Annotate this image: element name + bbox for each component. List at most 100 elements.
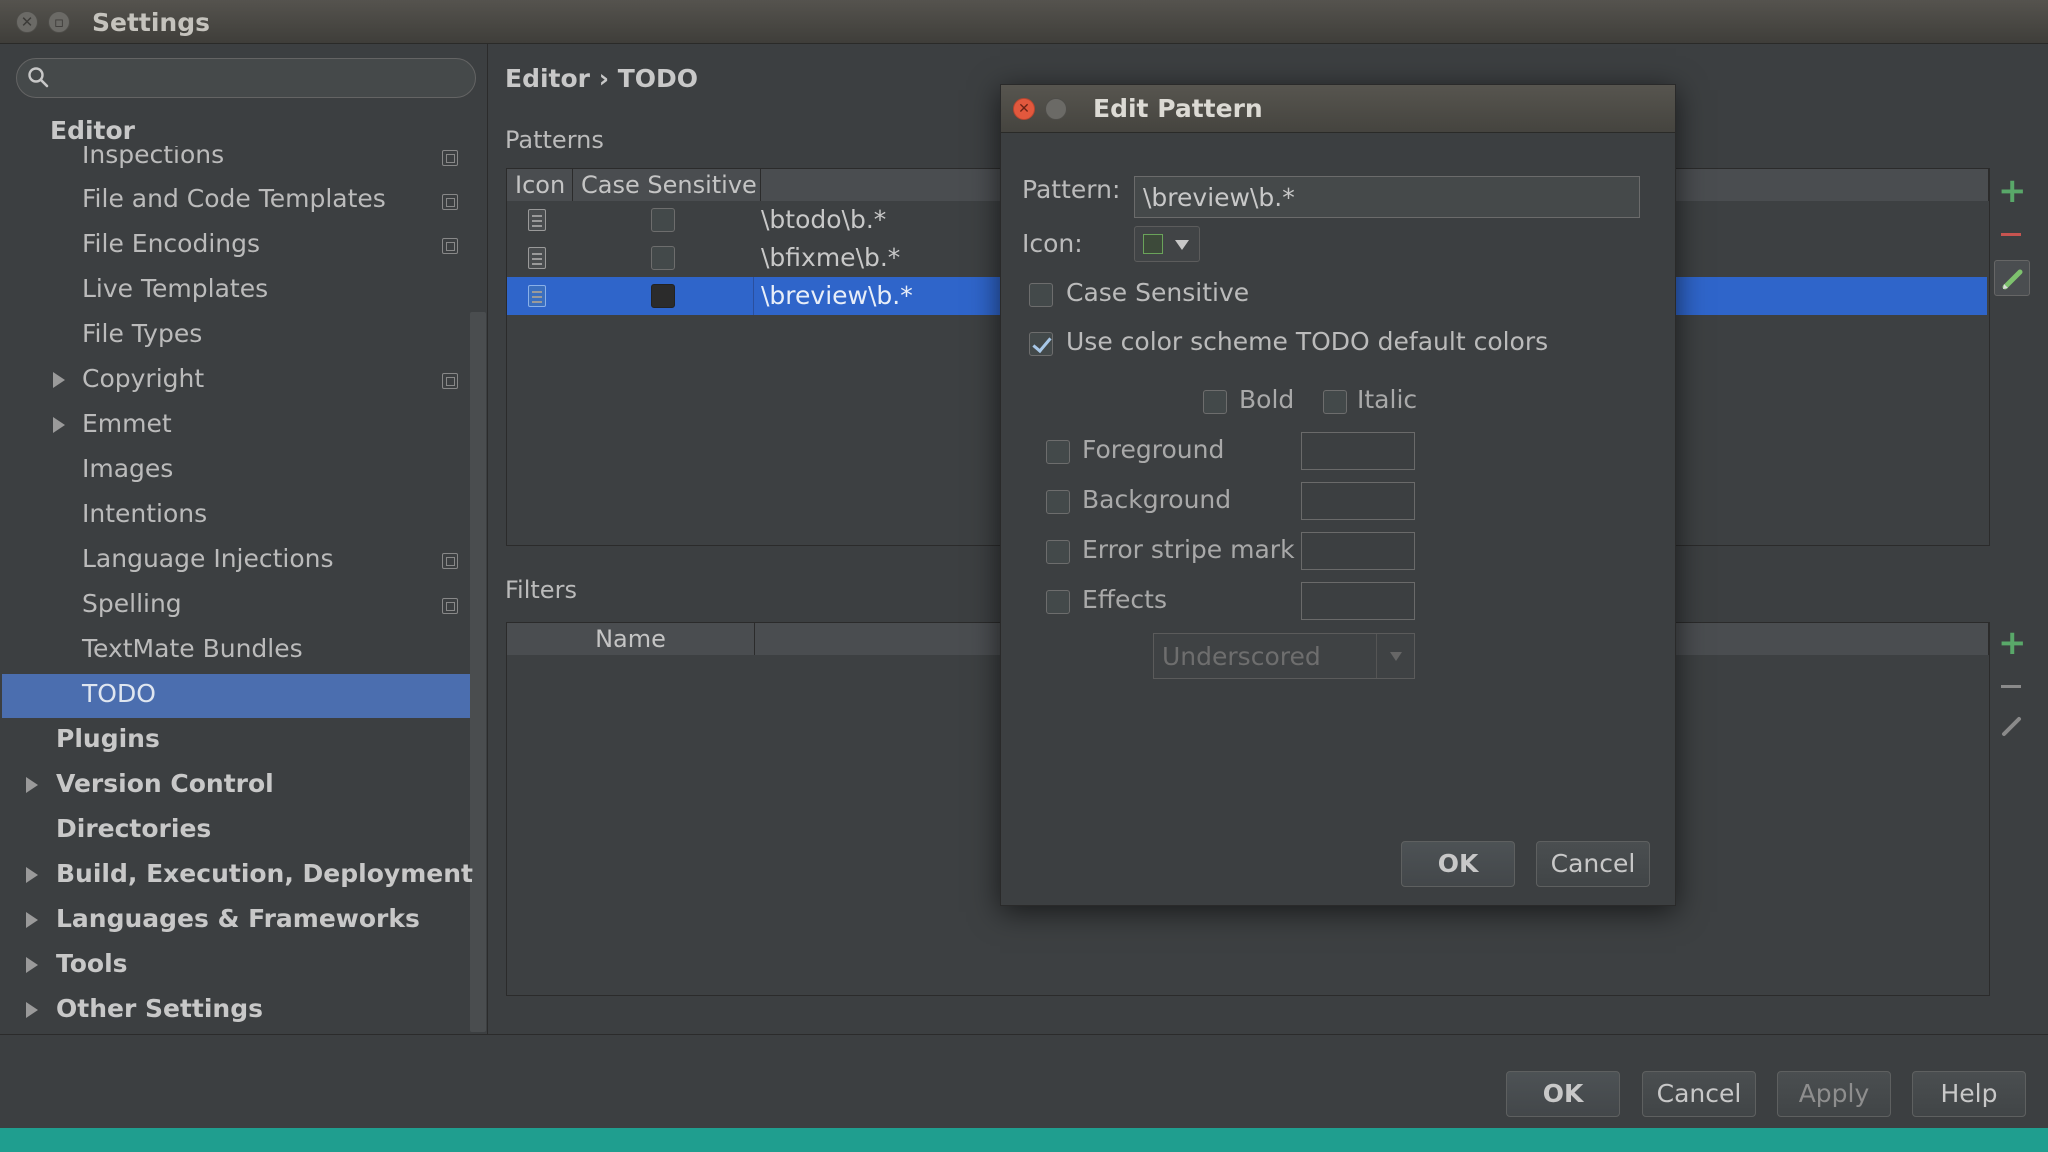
project-scope-icon: [442, 194, 458, 210]
tree-item-other-settings[interactable]: Other Settings: [56, 994, 263, 1023]
error-stripe-color-swatch[interactable]: [1301, 532, 1415, 570]
expand-arrow-icon[interactable]: [26, 777, 38, 793]
tree-item-language-injections[interactable]: Language Injections: [82, 544, 334, 573]
filters-section-label: Filters: [505, 576, 577, 604]
project-scope-icon: [442, 553, 458, 569]
edit-filter-pencil-icon[interactable]: [1998, 712, 2026, 740]
project-scope-icon: [442, 150, 458, 166]
dialog-maximize-icon[interactable]: [1045, 98, 1067, 120]
tree-item-file-encodings[interactable]: File Encodings: [82, 229, 260, 258]
use-color-scheme-label: Use color scheme TODO default colors: [1066, 327, 1549, 356]
icon-label: Icon:: [1022, 229, 1083, 258]
tree-item-plugins[interactable]: Plugins: [56, 724, 160, 753]
italic-label: Italic: [1357, 385, 1418, 414]
patterns-section-label: Patterns: [505, 126, 604, 154]
case-sensitive-checkbox[interactable]: [651, 284, 675, 308]
tree-item-spelling[interactable]: Spelling: [82, 589, 182, 618]
icon-selector[interactable]: [1134, 226, 1200, 262]
case-sensitive-checkbox[interactable]: [651, 246, 675, 270]
tree-item-version-control[interactable]: Version Control: [56, 769, 274, 798]
settings-footer: OK Cancel Apply Help: [0, 1034, 2048, 1128]
effects-color-swatch[interactable]: [1301, 582, 1415, 620]
bold-label: Bold: [1239, 385, 1295, 414]
expand-arrow-icon[interactable]: [26, 957, 38, 973]
pencil-icon: [2002, 269, 2023, 290]
background-label: Background: [1082, 485, 1232, 514]
column-divider: [753, 277, 754, 315]
chevron-down-icon: [1175, 240, 1189, 250]
breadcrumb: Editor › TODO: [505, 64, 699, 93]
tree-item-languages-frameworks[interactable]: Languages & Frameworks: [56, 904, 420, 933]
dialog-close-icon[interactable]: ✕: [1013, 98, 1035, 120]
project-scope-icon: [442, 238, 458, 254]
window-maximize-icon[interactable]: ▫: [48, 11, 70, 33]
effects-type-select[interactable]: Underscored: [1153, 633, 1415, 679]
pattern-label: Pattern:: [1022, 175, 1121, 204]
background-color-swatch[interactable]: [1301, 482, 1415, 520]
tree-item-file-and-code-templates[interactable]: File and Code Templates: [82, 184, 386, 213]
edit-pattern-button[interactable]: [1994, 260, 2030, 296]
column-header-case-sensitive[interactable]: Case Sensitive: [573, 169, 761, 201]
tree-item-emmet[interactable]: Emmet: [82, 409, 172, 438]
column-header-icon[interactable]: Icon: [507, 169, 573, 201]
window-close-icon[interactable]: ✕: [16, 11, 38, 33]
todo-doc-icon: [528, 247, 546, 269]
cancel-button[interactable]: Cancel: [1642, 1071, 1756, 1117]
window-title: Settings: [92, 8, 211, 37]
effects-label: Effects: [1082, 585, 1167, 614]
pattern-cell: \breview\b.*: [761, 281, 913, 310]
tree-item-tools[interactable]: Tools: [56, 949, 128, 978]
todo-doc-icon: [1143, 234, 1163, 254]
expand-arrow-icon[interactable]: [53, 372, 65, 388]
dialog-title-bar: ✕ Edit Pattern: [1001, 85, 1675, 133]
foreground-checkbox[interactable]: [1046, 440, 1070, 464]
error-stripe-checkbox[interactable]: [1046, 540, 1070, 564]
chevron-down-icon: [1390, 652, 1402, 661]
expand-arrow-icon[interactable]: [53, 417, 65, 433]
case-sensitive-label: Case Sensitive: [1066, 278, 1250, 307]
add-filter-plus-icon[interactable]: +: [1998, 626, 2027, 660]
tree-item-editor[interactable]: Editor: [50, 116, 135, 145]
todo-doc-icon: [528, 209, 546, 231]
column-header-name[interactable]: Name: [507, 623, 755, 655]
tree-item-directories[interactable]: Directories: [56, 814, 211, 843]
add-pattern-plus-icon[interactable]: +: [1998, 174, 2027, 208]
case-sensitive-checkbox[interactable]: [1029, 283, 1053, 307]
effects-type-value: Underscored: [1162, 642, 1321, 671]
dialog-ok-button[interactable]: OK: [1401, 841, 1515, 887]
help-button[interactable]: Help: [1912, 1071, 2026, 1117]
settings-sidebar: Editor Inspections File and Code Templat…: [0, 44, 488, 1034]
remove-pattern-minus-icon[interactable]: [2001, 233, 2021, 236]
tree-item-live-templates[interactable]: Live Templates: [82, 274, 268, 303]
italic-checkbox[interactable]: [1323, 390, 1347, 414]
project-scope-icon: [442, 373, 458, 389]
remove-filter-minus-icon[interactable]: [2001, 685, 2021, 688]
expand-arrow-icon[interactable]: [26, 1002, 38, 1018]
tree-item-build-execution-deployment[interactable]: Build, Execution, Deployment: [56, 859, 473, 888]
effects-checkbox[interactable]: [1046, 590, 1070, 614]
edit-pattern-dialog: ✕ Edit Pattern Pattern: Icon: Case Sensi…: [1000, 84, 1676, 906]
dialog-title: Edit Pattern: [1093, 94, 1263, 123]
tree-item-todo[interactable]: TODO: [82, 679, 156, 708]
sidebar-scrollbar[interactable]: [470, 312, 486, 1032]
use-color-scheme-checkbox[interactable]: [1029, 332, 1053, 356]
pattern-input[interactable]: [1134, 176, 1640, 218]
tree-item-copyright[interactable]: Copyright: [82, 364, 204, 393]
settings-search-input[interactable]: [16, 58, 476, 98]
background-checkbox[interactable]: [1046, 490, 1070, 514]
tree-item-intentions[interactable]: Intentions: [82, 499, 207, 528]
foreground-label: Foreground: [1082, 435, 1225, 464]
tree-item-textmate-bundles[interactable]: TextMate Bundles: [82, 634, 303, 663]
expand-arrow-icon[interactable]: [26, 912, 38, 928]
foreground-color-swatch[interactable]: [1301, 432, 1415, 470]
tree-item-images[interactable]: Images: [82, 454, 173, 483]
pattern-cell: \btodo\b.*: [761, 205, 887, 234]
dialog-cancel-button[interactable]: Cancel: [1536, 841, 1650, 887]
bold-checkbox[interactable]: [1203, 390, 1227, 414]
apply-button[interactable]: Apply: [1777, 1071, 1891, 1117]
tree-item-file-types[interactable]: File Types: [82, 319, 202, 348]
expand-arrow-icon[interactable]: [26, 867, 38, 883]
case-sensitive-checkbox[interactable]: [651, 208, 675, 232]
error-stripe-label: Error stripe mark: [1082, 535, 1295, 564]
ok-button[interactable]: OK: [1506, 1071, 1620, 1117]
